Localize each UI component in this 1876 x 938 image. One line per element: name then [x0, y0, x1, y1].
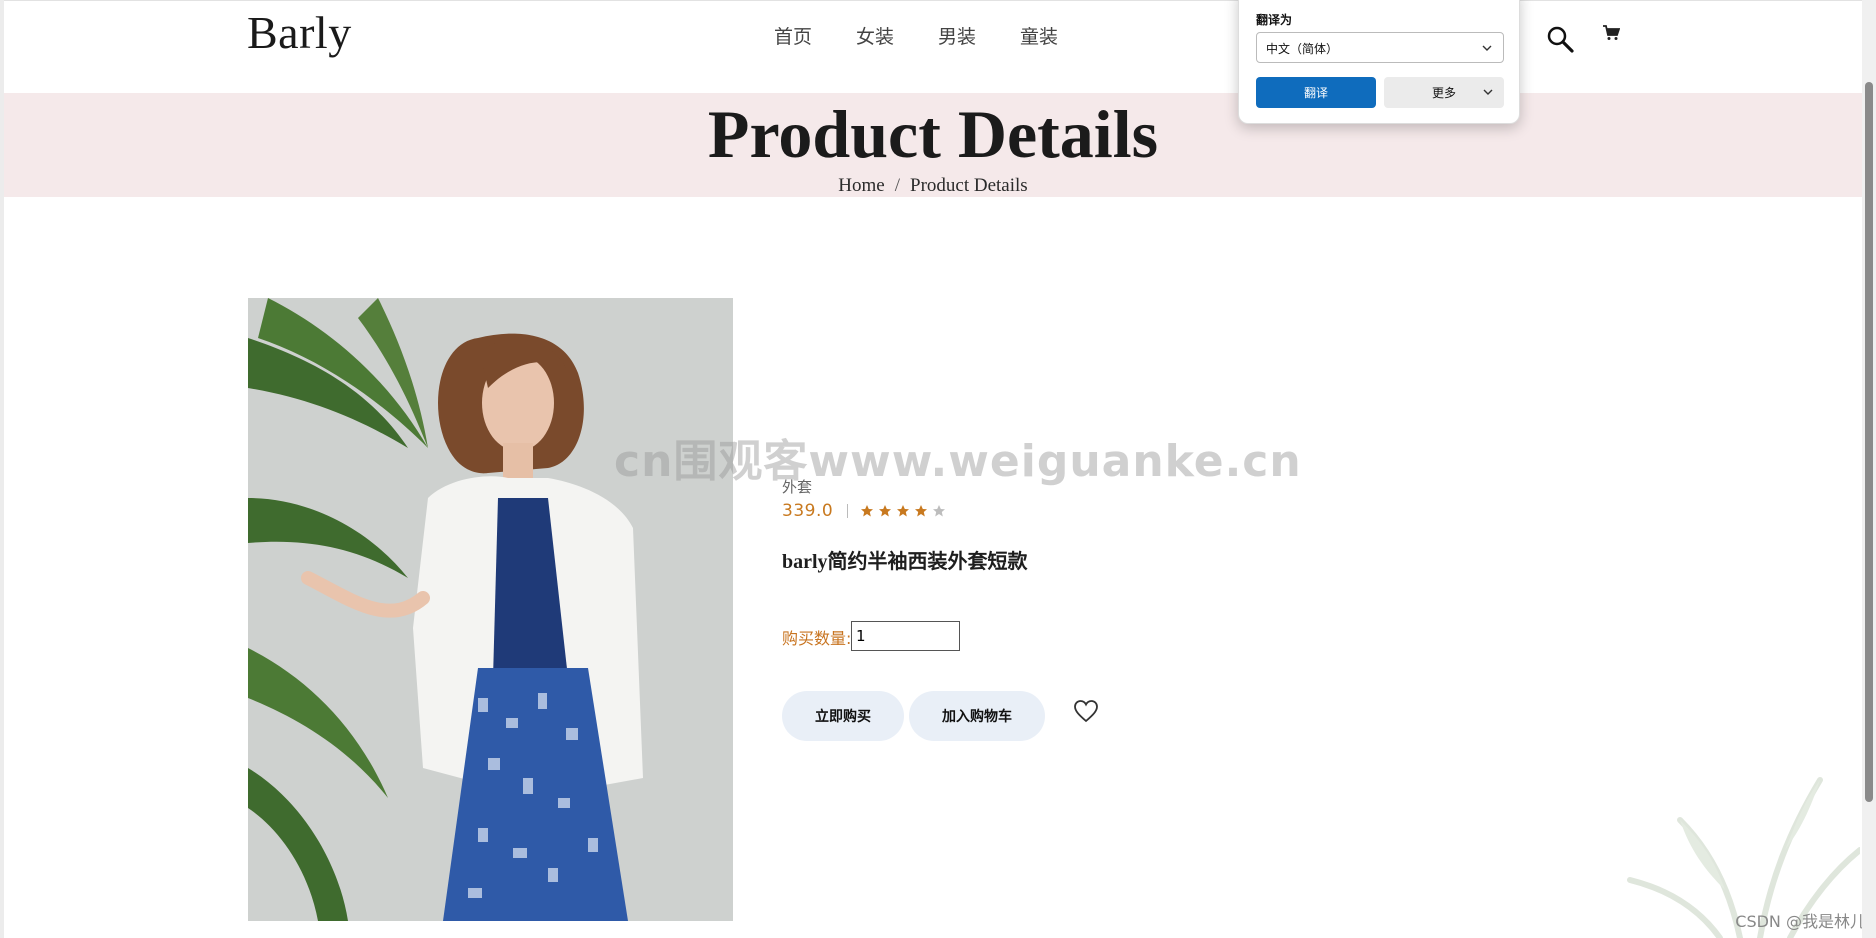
translate-button[interactable]: 翻译 [1256, 77, 1376, 108]
quantity-input[interactable] [851, 621, 960, 651]
cart-icon[interactable] [1602, 24, 1620, 42]
price-rating-row: 339.0 [782, 501, 946, 521]
star-filled-icon [915, 505, 928, 517]
star-empty-icon [933, 505, 946, 517]
page-banner: Product Details Home / Product Details [4, 93, 1862, 197]
more-options-label: 更多 [1431, 86, 1456, 100]
price-divider [847, 504, 849, 518]
breadcrumb-separator: / [894, 175, 901, 196]
product-image [248, 298, 733, 921]
star-filled-icon [897, 505, 910, 517]
nav-item-men[interactable]: 男装 [938, 22, 976, 49]
search-icon[interactable] [1545, 24, 1575, 54]
heart-icon[interactable] [1073, 699, 1099, 723]
product-name: barly简约半袖西装外套短款 [782, 551, 1028, 573]
site-logo[interactable]: Barly [247, 6, 352, 59]
selected-language: 中文（简体） [1266, 42, 1339, 56]
breadcrumb-current: Product Details [910, 175, 1028, 196]
star-filled-icon [861, 505, 874, 517]
csdn-credit: CSDN @我是林儿 [1735, 912, 1866, 931]
star-filled-icon [879, 505, 892, 517]
watermark-text: cn围观客www.weiguanke.cn [614, 436, 1302, 487]
add-to-cart-button[interactable]: 加入购物车 [909, 691, 1045, 741]
target-language-select[interactable]: 中文（简体） [1256, 32, 1504, 63]
rating-stars [860, 504, 946, 518]
page-title: Product Details [707, 96, 1159, 172]
breadcrumb-home-link[interactable]: Home [838, 175, 884, 196]
chevron-down-icon [1482, 45, 1492, 51]
page-scrollbar-thumb[interactable] [1865, 82, 1873, 802]
product-price: 339.0 [782, 501, 834, 521]
buy-now-button[interactable]: 立即购买 [782, 691, 904, 741]
nav-item-women[interactable]: 女装 [856, 22, 894, 49]
chevron-down-icon [1483, 89, 1493, 95]
quantity-label: 购买数量: [782, 629, 852, 648]
main-nav: 首页 女装 男装 童装 [774, 22, 1058, 49]
translate-popup: 翻译为 中文（简体） 翻译 更多 [1238, 0, 1520, 124]
nav-item-kids[interactable]: 童装 [1020, 22, 1058, 49]
more-options-button[interactable]: 更多 [1384, 77, 1504, 108]
breadcrumb: Home / Product Details [4, 175, 1862, 197]
window-top-edge [0, 0, 1876, 1]
nav-item-home[interactable]: 首页 [774, 22, 812, 49]
translate-to-label: 翻译为 [1256, 13, 1293, 27]
